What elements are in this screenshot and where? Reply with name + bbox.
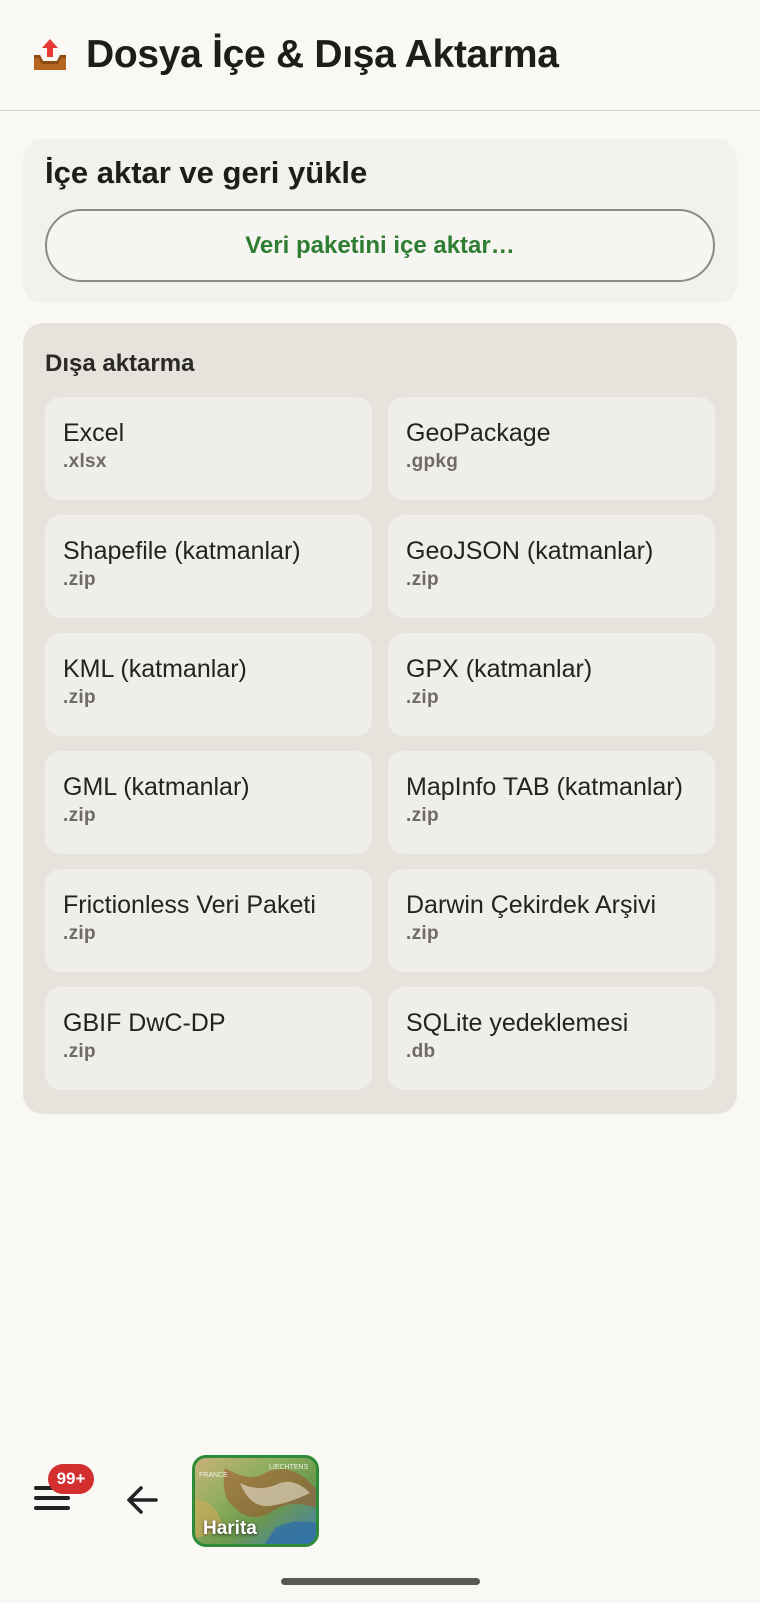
tile-name: Darwin Çekirdek Arşivi — [406, 891, 657, 919]
tile-extension: .zip — [406, 923, 439, 944]
bottom-navigation-bar: 99+ FRANCE LIECHTENS Harita — [0, 1450, 760, 1550]
tile-extension: .gpkg — [406, 451, 459, 472]
export-gml-tile[interactable]: GML (katmanlar) .zip — [45, 751, 372, 854]
tile-name: GML (katmanlar) — [63, 773, 250, 801]
tile-extension: .zip — [63, 923, 96, 944]
tile-name: GPX (katmanlar) — [406, 655, 593, 683]
export-card: Dışa aktarma Excel .xlsx GeoPackage .gpk… — [23, 323, 737, 1114]
export-section-title: Dışa aktarma — [45, 350, 195, 377]
export-format-grid: Excel .xlsx GeoPackage .gpkg Shapefile (… — [45, 397, 715, 1090]
hamburger-menu-icon — [34, 1506, 70, 1510]
tile-extension: .zip — [63, 805, 96, 826]
tile-extension: .zip — [406, 569, 439, 590]
page-title: Dosya İçe & Dışa Aktarma — [86, 33, 559, 76]
tile-name: Shapefile (katmanlar) — [63, 537, 301, 565]
export-kml-tile[interactable]: KML (katmanlar) .zip — [45, 633, 372, 736]
tile-extension: .zip — [406, 687, 439, 708]
export-sqlite-backup-tile[interactable]: SQLite yedeklemesi .db — [388, 987, 715, 1090]
tile-name: KML (katmanlar) — [63, 655, 247, 683]
map-button-label: Harita — [203, 1518, 257, 1539]
tile-name: SQLite yedeklemesi — [406, 1009, 629, 1037]
map-place-label: FRANCE — [199, 1472, 228, 1479]
outbox-tray-icon — [34, 39, 66, 70]
arrow-left-icon[interactable] — [122, 1480, 162, 1520]
export-gpx-tile[interactable]: GPX (katmanlar) .zip — [388, 633, 715, 736]
tile-name: MapInfo TAB (katmanlar) — [406, 773, 683, 801]
notification-badge: 99+ — [48, 1464, 94, 1494]
map-place-label: LIECHTENS — [269, 1464, 309, 1471]
tile-extension: .zip — [63, 687, 96, 708]
export-mapinfo-tab-tile[interactable]: MapInfo TAB (katmanlar) .zip — [388, 751, 715, 854]
tile-extension: .db — [406, 1041, 436, 1062]
import-section-title: İçe aktar ve geri yükle — [45, 155, 368, 190]
tile-name: Frictionless Veri Paketi — [63, 891, 316, 919]
export-geojson-tile[interactable]: GeoJSON (katmanlar) .zip — [388, 515, 715, 618]
tile-extension: .zip — [406, 805, 439, 826]
import-card: İçe aktar ve geri yükle Veri paketini iç… — [23, 139, 737, 303]
app-header: Dosya İçe & Dışa Aktarma — [0, 0, 760, 111]
tile-extension: .xlsx — [63, 451, 107, 472]
home-indicator[interactable] — [281, 1578, 480, 1585]
tile-extension: .zip — [63, 569, 96, 590]
export-excel-tile[interactable]: Excel .xlsx — [45, 397, 372, 500]
export-geopackage-tile[interactable]: GeoPackage .gpkg — [388, 397, 715, 500]
tile-name: GBIF DwC-DP — [63, 1009, 226, 1037]
map-thumbnail-button[interactable]: FRANCE LIECHTENS Harita — [192, 1455, 319, 1547]
tile-name: Excel — [63, 419, 125, 447]
export-shapefile-tile[interactable]: Shapefile (katmanlar) .zip — [45, 515, 372, 618]
hamburger-menu-icon — [34, 1496, 70, 1500]
tile-name: GeoJSON (katmanlar) — [406, 537, 654, 565]
export-frictionless-tile[interactable]: Frictionless Veri Paketi .zip — [45, 869, 372, 972]
tile-extension: .zip — [63, 1041, 96, 1062]
export-gbif-dwc-dp-tile[interactable]: GBIF DwC-DP .zip — [45, 987, 372, 1090]
tile-name: GeoPackage — [406, 419, 551, 447]
export-darwin-core-tile[interactable]: Darwin Çekirdek Arşivi .zip — [388, 869, 715, 972]
import-data-package-button[interactable]: Veri paketini içe aktar… — [45, 209, 715, 282]
